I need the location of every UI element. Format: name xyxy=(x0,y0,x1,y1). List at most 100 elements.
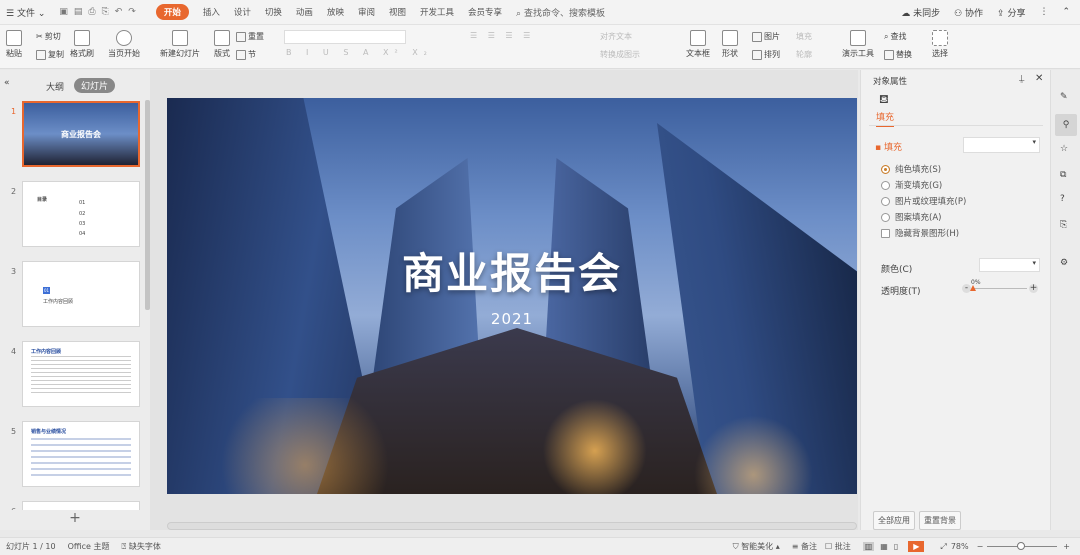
transition-icon[interactable]: ⧉ xyxy=(1060,170,1066,180)
apply-all-button[interactable]: 全部应用 xyxy=(873,511,915,530)
add-slide-button[interactable]: + xyxy=(0,510,150,530)
tab-outline[interactable]: 大纲 xyxy=(46,80,64,93)
play-icon xyxy=(116,30,132,46)
slide-title[interactable]: 商业报告会 xyxy=(167,240,857,301)
notes-button[interactable]: ≡ 备注 xyxy=(792,541,817,552)
tab-home[interactable]: 开始 xyxy=(155,4,189,20)
arrange-button[interactable]: 排列 xyxy=(752,49,780,60)
reading-view-icon[interactable]: ▯ xyxy=(894,542,898,551)
slide-thumbnail-4[interactable]: 工作内容回顾 xyxy=(22,341,140,407)
fill-section-header[interactable]: ▪ 填充 xyxy=(875,140,902,153)
pin-icon[interactable]: ⍊ xyxy=(1019,74,1024,84)
tab-slideshow[interactable]: 放映 xyxy=(327,6,344,18)
menu-bar: ☰ 文件 ⌄ ▣▤⎙⎘↶↷ 开始 插入 设计 切换 动画 放映 审阅 视图 开发… xyxy=(0,0,1080,24)
layout-button[interactable]: 版式 xyxy=(214,30,230,59)
backup-icon[interactable]: ⎘ xyxy=(1060,220,1067,230)
share-button[interactable]: ⇪ 分享 xyxy=(997,6,1025,19)
collapse-ribbon-icon[interactable]: ⌃ xyxy=(1062,7,1070,17)
zoom-out-button[interactable]: − xyxy=(977,542,984,551)
city-lights xyxy=(167,398,857,494)
layout-icon xyxy=(214,30,230,46)
hide-background-checkbox[interactable]: 隐藏背景图形(H) xyxy=(881,225,966,241)
shape-button[interactable]: 形状 xyxy=(722,30,738,59)
slide-year[interactable]: 2021 xyxy=(167,310,857,328)
pattern-fill-radio[interactable]: 图案填充(A) xyxy=(881,209,966,225)
slide-thumbnail-1[interactable]: 商业报告会 xyxy=(22,101,140,167)
font-format-buttons[interactable]: B I U S A X² X₂ xyxy=(286,48,433,57)
zoom-in-button[interactable]: + xyxy=(1063,542,1070,551)
slide-thumbnail-2[interactable]: 目录 01 02 03 04 xyxy=(22,181,140,247)
transparency-decrease[interactable]: - xyxy=(962,284,971,293)
select-button[interactable]: 选择 xyxy=(932,30,948,59)
color-select[interactable]: ▾ xyxy=(979,258,1040,272)
settings-icon[interactable]: ⚙ xyxy=(1060,258,1068,268)
tab-animation[interactable]: 动画 xyxy=(296,6,313,18)
textbox-button[interactable]: 文本框 xyxy=(686,30,710,59)
convert-smartart-button[interactable]: 转换成图示 xyxy=(600,49,640,60)
font-name-select[interactable] xyxy=(284,30,406,44)
normal-view-icon[interactable]: ▥ xyxy=(862,542,875,551)
close-icon[interactable]: ✕ xyxy=(1035,73,1043,84)
outline-button[interactable]: 轮廓 xyxy=(796,49,812,60)
shape-icon xyxy=(722,30,738,46)
sorter-view-icon[interactable]: ▦ xyxy=(880,542,888,551)
beautify-button[interactable]: ⛉ 智能美化 ▴ xyxy=(733,541,780,552)
picture-button[interactable]: 图片 xyxy=(752,31,780,42)
cut-button[interactable]: ✂ 剪切 xyxy=(36,31,61,42)
slide-thumbnail-5[interactable]: 销售与业绩情况 xyxy=(22,421,140,487)
tab-member[interactable]: 会员专享 xyxy=(468,6,502,18)
arrange-icon xyxy=(752,49,762,60)
section-button[interactable]: 节 xyxy=(236,49,256,60)
search-command[interactable]: ⌕ 查找命令、搜索模板 xyxy=(516,6,605,19)
animation-icon[interactable]: ☆ xyxy=(1060,144,1068,154)
format-painter-button[interactable]: 格式刷 xyxy=(70,30,94,59)
tab-insert[interactable]: 插入 xyxy=(203,6,220,18)
tab-slides[interactable]: 幻灯片 xyxy=(74,78,116,93)
fill-button[interactable]: 填充 xyxy=(796,31,812,42)
new-slide-button[interactable]: 新建幻灯片 xyxy=(160,30,200,59)
solid-fill-radio[interactable]: 纯色填充(S) xyxy=(881,161,966,177)
help-icon[interactable]: ? xyxy=(1060,194,1065,204)
tab-transitions[interactable]: 切换 xyxy=(265,6,282,18)
panel-title[interactable]: 对象属性 xyxy=(873,75,907,87)
present-tools-button[interactable]: 演示工具 xyxy=(842,30,874,59)
theme-name: Office 主题 xyxy=(67,542,110,551)
sync-status[interactable]: ☁ 未同步 xyxy=(901,6,940,19)
missing-font-button[interactable]: ⍰ 缺失字体 xyxy=(122,541,161,552)
zoom-level[interactable]: 78% xyxy=(951,542,969,551)
play-slideshow-button[interactable]: ▶ xyxy=(908,541,925,552)
paragraph-buttons[interactable]: ☰ ☰ ☰ ☰ xyxy=(470,31,534,40)
divider xyxy=(869,125,1043,126)
copy-button[interactable]: 复制 xyxy=(36,49,64,60)
tab-developer[interactable]: 开发工具 xyxy=(420,6,454,18)
tab-view[interactable]: 视图 xyxy=(389,6,406,18)
style-icon[interactable]: ✎ xyxy=(1060,92,1068,102)
fill-type-select[interactable]: ▾ xyxy=(963,137,1040,153)
gradient-fill-radio[interactable]: 渐变填充(G) xyxy=(881,177,966,193)
tab-review[interactable]: 审阅 xyxy=(358,6,375,18)
comments-button[interactable]: ☐ 批注 xyxy=(825,541,851,552)
quick-access-toolbar[interactable]: ▣▤⎙⎘↶↷ xyxy=(59,7,142,17)
reset-background-button[interactable]: 重置背景 xyxy=(919,511,961,530)
collapse-panel-icon[interactable]: « xyxy=(4,78,10,88)
collab-button[interactable]: ⚇ 协作 xyxy=(954,6,983,19)
reset-button[interactable]: 重置 xyxy=(236,31,264,42)
properties-icon[interactable]: ⚲ xyxy=(1055,114,1077,136)
horizontal-scrollbar[interactable] xyxy=(167,522,857,530)
replace-button[interactable]: 替换 xyxy=(884,49,912,60)
file-menu[interactable]: ☰ 文件 ⌄ xyxy=(6,6,45,19)
slide-thumbnail-3[interactable]: 01 工作内容回顾 xyxy=(22,261,140,327)
play-from-current-button[interactable]: 当页开始 xyxy=(108,30,140,59)
text-align-button[interactable]: 对齐文本 xyxy=(600,31,632,42)
find-button[interactable]: ⌕ 查找 xyxy=(884,31,906,42)
transparency-increase[interactable]: + xyxy=(1029,284,1038,293)
tab-design[interactable]: 设计 xyxy=(234,6,251,18)
zoom-slider[interactable] xyxy=(987,542,1058,550)
transparency-slider[interactable] xyxy=(973,288,1027,289)
picture-fill-radio[interactable]: 图片或纹理填充(P) xyxy=(881,193,966,209)
fit-window-icon[interactable]: ⤢ xyxy=(940,542,946,552)
more-icon[interactable]: ⋮ xyxy=(1039,7,1048,17)
paste-button[interactable]: 粘贴 xyxy=(6,30,22,59)
slide-canvas[interactable]: 商业报告会 2021 xyxy=(167,98,857,494)
reset-icon xyxy=(236,31,246,42)
